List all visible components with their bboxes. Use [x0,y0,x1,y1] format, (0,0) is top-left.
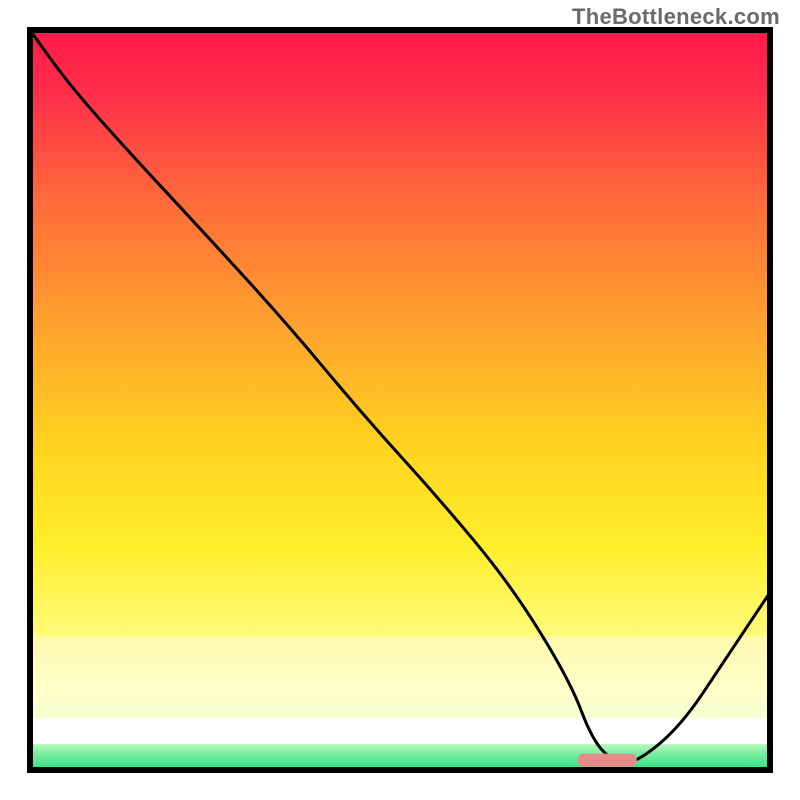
bottleneck-chart: TheBottleneck.com [0,0,800,800]
chart-svg [0,0,800,800]
optimal-marker [578,754,637,767]
chart-background [30,30,770,770]
